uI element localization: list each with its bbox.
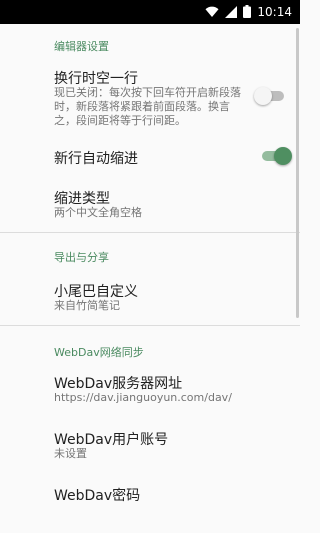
pref-auto-indent[interactable]: 新行自动缩进 [0, 136, 300, 176]
status-bar: 10:14 [0, 0, 300, 24]
pref-blank-line-summary-3: 之，段间距将等于行间距。 [54, 114, 186, 127]
pref-blank-line-summary-2: 时，新段落将紧跟着前面段落。换言 [54, 100, 230, 113]
switch-thumb [254, 87, 272, 105]
pref-tail-summary: 来自竹简笔记 [54, 299, 120, 312]
pref-tail-title: 小尾巴自定义 [54, 284, 138, 300]
switch-thumb [274, 147, 292, 165]
pref-blank-line-title: 换行时空一行 [54, 71, 138, 87]
battery-icon [243, 3, 252, 22]
divider [0, 325, 300, 326]
pref-indent-type[interactable]: 缩进类型 两个中文全角空格 [0, 180, 300, 224]
status-time: 10:14 [257, 5, 292, 19]
pref-blank-line-summary-1: 现已关闭：每次按下回车符开启新段落 [54, 86, 241, 99]
cellular-signal-icon [225, 3, 238, 22]
section-header-export: 导出与分享 [54, 251, 109, 264]
pref-indent-type-title: 缩进类型 [54, 191, 110, 207]
pref-indent-type-summary: 两个中文全角空格 [54, 206, 142, 219]
pref-webdav-account-title: WebDav用户账号 [54, 432, 169, 448]
section-header-webdav: WebDav网络同步 [54, 346, 144, 359]
wifi-icon [205, 3, 219, 22]
scrollbar[interactable] [296, 28, 299, 318]
pref-webdav-server-title: WebDav服务器网址 [54, 376, 183, 392]
pref-blank-line[interactable]: 换行时空一行 现已关闭：每次按下回车符开启新段落 时，新段落将紧跟着前面段落。换… [0, 60, 300, 130]
divider [0, 232, 300, 233]
status-icons: 10:14 [205, 3, 292, 22]
pref-tail[interactable]: 小尾巴自定义 来自竹简笔记 [0, 272, 300, 316]
pref-auto-indent-title: 新行自动缩进 [54, 151, 138, 167]
pref-webdav-server[interactable]: WebDav服务器网址 https://dav.jianguoyun.com/d… [0, 366, 300, 412]
section-header-editor: 编辑器设置 [54, 40, 109, 53]
pref-webdav-server-summary: https://dav.jianguoyun.com/dav/ [54, 391, 232, 404]
pref-webdav-account-summary: 未设置 [54, 447, 87, 460]
pref-webdav-password[interactable]: WebDav密码 [0, 478, 300, 510]
pref-webdav-password-title: WebDav密码 [54, 488, 141, 504]
pref-webdav-account[interactable]: WebDav用户账号 未设置 [0, 422, 300, 468]
